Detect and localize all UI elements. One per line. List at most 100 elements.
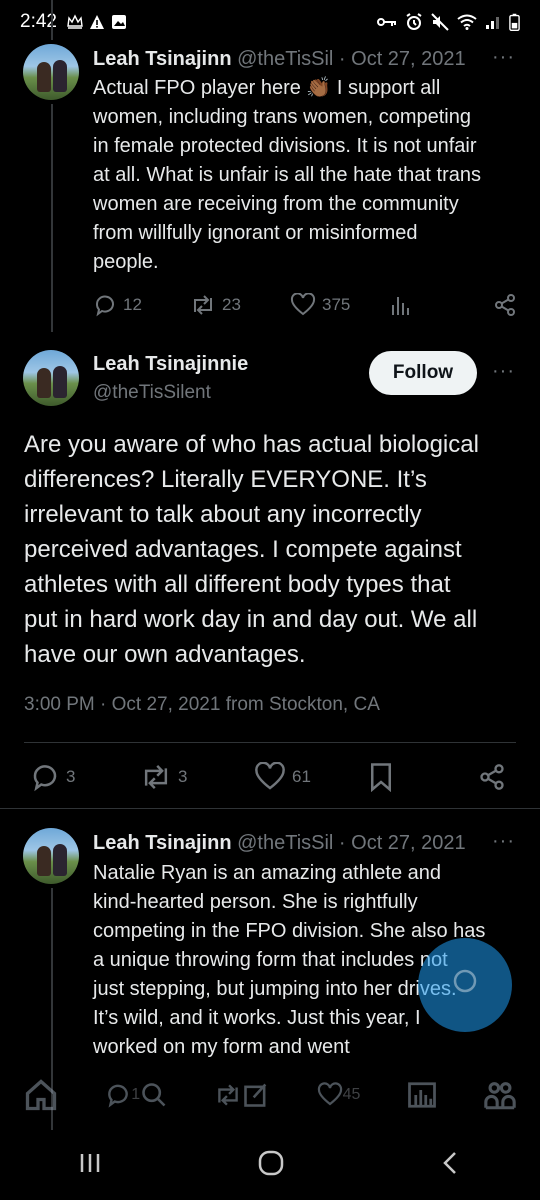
- warning-icon: [89, 15, 104, 29]
- more-options-icon[interactable]: ···: [492, 46, 515, 69]
- views-button[interactable]: [390, 293, 412, 317]
- share-button[interactable]: [493, 293, 517, 317]
- avatar[interactable]: [23, 828, 79, 884]
- back-icon: [443, 1151, 456, 1174]
- people-icon: [484, 1082, 516, 1110]
- text-line: put in hard work day in and day out. We …: [24, 606, 478, 633]
- repost-count: 23: [222, 295, 241, 314]
- heart-icon: [317, 1082, 342, 1106]
- main-tweet-actions: 3 3 61: [30, 760, 510, 794]
- repost-count: 3: [178, 767, 188, 786]
- tab-notifications[interactable]: 45: [317, 1082, 361, 1108]
- battery-icon: [509, 13, 520, 31]
- handle-and-date: @theTisSil · Oct 27, 2021: [237, 48, 466, 70]
- like-button[interactable]: 375: [290, 293, 350, 317]
- text-line: perceived advantages. I compete against: [24, 536, 462, 563]
- heart-icon: [290, 293, 316, 316]
- thread-line: [51, 104, 53, 332]
- reply-icon: [96, 295, 114, 317]
- text-line: have our own advantages.: [24, 641, 306, 668]
- text-line: Are you aware of who has actual biologic…: [24, 431, 479, 458]
- share-button[interactable]: [478, 762, 506, 792]
- home-button[interactable]: [257, 1149, 285, 1182]
- bottom-tab-bar: 1 45: [0, 1060, 540, 1130]
- handle-and-date: @theTisSil · Oct 27, 2021: [237, 832, 466, 854]
- status-bar: 2:42: [0, 0, 540, 44]
- like-count: 61: [292, 767, 311, 786]
- repost-button[interactable]: 23: [190, 293, 241, 317]
- tweet-timestamp[interactable]: 3:00 PM · Oct 27, 2021 from Stockton, CA: [24, 694, 380, 716]
- reply-icon: [108, 1084, 129, 1108]
- image-icon: [111, 15, 126, 29]
- display-name[interactable]: Leah Tsinajinnie: [93, 353, 248, 376]
- mute-icon: [431, 13, 449, 31]
- recents-button[interactable]: [77, 1150, 103, 1181]
- repost-button[interactable]: 3: [140, 762, 187, 792]
- repost-icon: [194, 295, 212, 315]
- share-icon: [495, 294, 515, 316]
- text-line: irrelevant to talk about any incorrectly: [24, 501, 422, 528]
- like-count: 45: [342, 1086, 361, 1103]
- repost-icon: [144, 765, 168, 789]
- text-line: differences? Literally EVERYONE. It’s: [24, 466, 427, 493]
- analytics-icon: [407, 1082, 436, 1108]
- repost-icon: [218, 1084, 239, 1106]
- handle[interactable]: @theTisSilent: [93, 382, 211, 404]
- crown-icon: [67, 14, 83, 29]
- reply-count: 12: [123, 295, 142, 314]
- alarm-icon: [406, 13, 422, 30]
- tab-grok[interactable]: [407, 1080, 437, 1110]
- home-circle-icon: [258, 1150, 284, 1175]
- search-icon: [142, 1083, 166, 1107]
- like-count: 375: [322, 295, 351, 314]
- home-icon: [25, 1079, 57, 1111]
- text-line: in female protected divisions. It is not…: [93, 135, 477, 157]
- text-line: women, including trans women, competing: [93, 106, 471, 128]
- recents-icon: [80, 1153, 100, 1172]
- text-line: at all. What is unfair is all the hate t…: [93, 164, 481, 186]
- tweet-header[interactable]: Leah Tsinajinn @theTisSil · Oct 27, 2021: [93, 48, 466, 71]
- tab-communities[interactable]: [483, 1078, 517, 1112]
- reply-icon: [33, 765, 57, 792]
- tweet-header[interactable]: Leah Tsinajinn @theTisSil · Oct 27, 2021: [93, 832, 466, 855]
- text-line: kind-hearted person. She is rightfully: [93, 891, 418, 913]
- tab-search[interactable]: 1: [105, 1081, 168, 1109]
- bookmark-icon: [371, 763, 391, 792]
- signal-icon: [486, 17, 499, 29]
- divider: [0, 808, 540, 809]
- wifi-icon: [457, 14, 477, 30]
- system-nav-bar: [0, 1130, 540, 1200]
- tab-compose[interactable]: [214, 1081, 270, 1109]
- main-tweet-text: Are you aware of who has actual biologic…: [24, 427, 524, 672]
- text-line: women are receiving from the community: [93, 193, 459, 215]
- edit-icon: [244, 1083, 267, 1107]
- share-icon: [480, 764, 504, 790]
- tab-home[interactable]: [23, 1077, 59, 1113]
- bookmark-button[interactable]: [368, 762, 394, 792]
- reply-count: 1: [131, 1086, 141, 1103]
- display-name[interactable]: Leah Tsinajinn: [93, 832, 232, 854]
- compose-icon: [453, 969, 477, 993]
- more-options-icon[interactable]: ···: [492, 360, 515, 383]
- like-button[interactable]: 61: [254, 762, 311, 792]
- text-line: worked on my form and went: [93, 1036, 350, 1058]
- heart-icon: [255, 762, 285, 790]
- back-button[interactable]: [439, 1150, 463, 1181]
- reply-button[interactable]: 12: [93, 293, 142, 317]
- reply-button[interactable]: 3: [30, 762, 75, 792]
- compose-button[interactable]: [418, 938, 512, 1032]
- thread-line: [51, 0, 53, 40]
- reply-count: 3: [66, 767, 76, 786]
- text-line: athletes with all different body types t…: [24, 571, 451, 598]
- tweet-text: Actual FPO player here 👏🏾 I support all …: [93, 74, 523, 277]
- avatar[interactable]: [23, 350, 79, 406]
- analytics-icon: [392, 297, 409, 315]
- avatar[interactable]: [23, 44, 79, 100]
- follow-button[interactable]: Follow: [369, 351, 477, 395]
- display-name[interactable]: Leah Tsinajinn: [93, 48, 232, 70]
- text-line: people.: [93, 251, 159, 273]
- key-icon: [377, 18, 396, 26]
- more-options-icon[interactable]: ···: [492, 830, 515, 853]
- divider: [24, 742, 516, 743]
- text-line: from willfully ignorant or misinformed: [93, 222, 418, 244]
